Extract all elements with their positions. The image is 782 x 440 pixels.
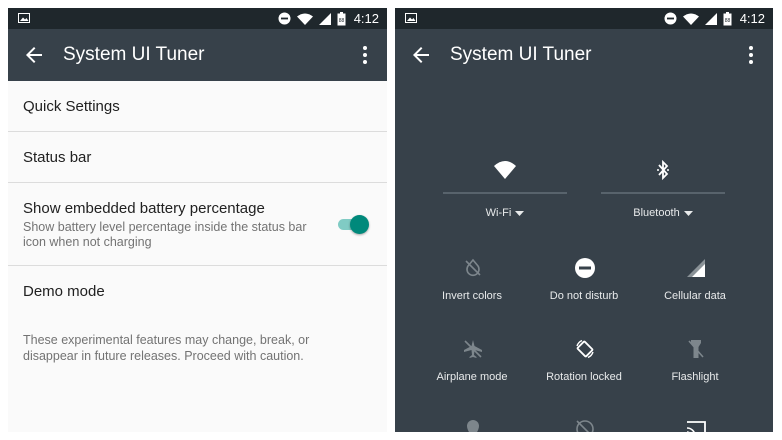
- hotspot-off-icon: [576, 420, 594, 432]
- right-screen: 88 4:12 System UI Tuner Wi-Fi Bluetooth …: [395, 8, 773, 432]
- do-not-disturb-icon: [575, 258, 595, 278]
- status-bar: 88 4:12: [8, 8, 387, 29]
- settings-item-status-bar[interactable]: Status bar: [8, 132, 387, 183]
- qs-tile-label-text: Wi-Fi: [485, 207, 512, 219]
- qs-tile-flashlight[interactable]: Flashlight: [640, 338, 750, 388]
- svg-text:88: 88: [724, 18, 730, 24]
- location-off-icon: [467, 420, 479, 432]
- invert-colors-icon: [465, 258, 481, 277]
- qs-tile-invert-colors[interactable]: Invert colors: [417, 257, 527, 307]
- app-bar: System UI Tuner: [395, 29, 773, 81]
- qs-tile-cellular-data[interactable]: Cellular data: [640, 257, 750, 307]
- qs-tile-do-not-disturb[interactable]: Do not disturb: [529, 257, 639, 307]
- rotation-locked-icon: [576, 339, 594, 359]
- qs-tile-label: Rotation locked: [546, 371, 622, 383]
- qs-tile-label: Wi-Fi: [443, 207, 567, 219]
- qs-tile-label: Do not disturb: [549, 290, 619, 302]
- battery-status-icon: 88: [723, 11, 732, 25]
- page-title: System UI Tuner: [450, 44, 592, 65]
- bluetooth-icon: [657, 159, 669, 181]
- back-arrow-icon[interactable]: [22, 43, 46, 67]
- wifi-icon: [494, 161, 516, 179]
- left-screen: 88 4:12 System UI Tuner Quick Settings S…: [8, 8, 387, 432]
- app-bar: System UI Tuner: [8, 29, 387, 81]
- back-arrow-icon[interactable]: [409, 43, 433, 67]
- qs-tile-label: Flashlight: [671, 371, 719, 383]
- qs-tile-location[interactable]: [417, 418, 527, 432]
- settings-item-label: Show embedded battery percentage: [23, 200, 265, 217]
- more-options-icon[interactable]: [739, 43, 763, 67]
- svg-text:88: 88: [338, 18, 344, 24]
- chevron-down-icon[interactable]: [515, 210, 525, 216]
- battery-percentage-toggle[interactable]: [338, 215, 370, 234]
- qs-tile-label-text: Bluetooth: [633, 207, 680, 219]
- more-options-icon[interactable]: [353, 43, 377, 67]
- settings-item-label: Status bar: [23, 149, 92, 166]
- do-not-disturb-status-icon: [278, 12, 291, 25]
- cellular-status-icon: [704, 12, 717, 25]
- flashlight-icon: [688, 340, 704, 358]
- qs-tile-bluetooth[interactable]: Bluetooth: [601, 150, 725, 225]
- qs-tile-rotation-locked[interactable]: Rotation locked: [529, 338, 639, 388]
- settings-item-demo-mode[interactable]: Demo mode: [8, 266, 387, 316]
- chevron-down-icon[interactable]: [683, 210, 693, 216]
- tile-divider: [443, 192, 567, 194]
- wifi-status-icon: [296, 13, 313, 25]
- qs-tile-hotspot[interactable]: [529, 418, 639, 432]
- settings-item-description: Show battery level percentage inside the…: [23, 220, 307, 249]
- qs-tile-label: Airplane mode: [436, 371, 508, 383]
- do-not-disturb-status-icon: [664, 12, 677, 25]
- qs-tile-label: Bluetooth: [601, 207, 725, 219]
- warning-note: These experimental features may change, …: [23, 333, 310, 363]
- settings-item-battery-percentage[interactable]: Show embedded battery percentage Show ba…: [8, 183, 387, 266]
- qs-tile-wifi[interactable]: Wi-Fi: [443, 150, 567, 225]
- status-time: 4:12: [353, 11, 379, 26]
- gallery-notification-icon: [18, 13, 30, 23]
- settings-item-label: Quick Settings: [23, 98, 120, 115]
- qs-tile-label: Cellular data: [664, 290, 726, 302]
- wifi-status-icon: [682, 13, 699, 25]
- gallery-notification-icon: [405, 13, 417, 23]
- settings-list: Quick Settings Status bar Show embedded …: [8, 81, 387, 316]
- qs-tile-cast[interactable]: [640, 418, 750, 432]
- battery-status-icon: 88: [337, 11, 346, 25]
- airplane-mode-icon: [464, 340, 482, 358]
- tile-divider: [601, 192, 725, 194]
- status-time: 4:12: [739, 11, 765, 26]
- page-title: System UI Tuner: [63, 44, 205, 65]
- settings-item-quick-settings[interactable]: Quick Settings: [8, 81, 387, 132]
- cellular-data-icon: [687, 259, 705, 277]
- qs-tile-airplane-mode[interactable]: Airplane mode: [417, 338, 527, 388]
- settings-item-label: Demo mode: [23, 283, 105, 300]
- cellular-status-icon: [318, 12, 331, 25]
- qs-tile-label: Invert colors: [442, 290, 502, 302]
- status-bar: 88 4:12: [395, 8, 773, 29]
- cast-icon: [686, 421, 706, 432]
- toggle-thumb: [350, 215, 369, 234]
